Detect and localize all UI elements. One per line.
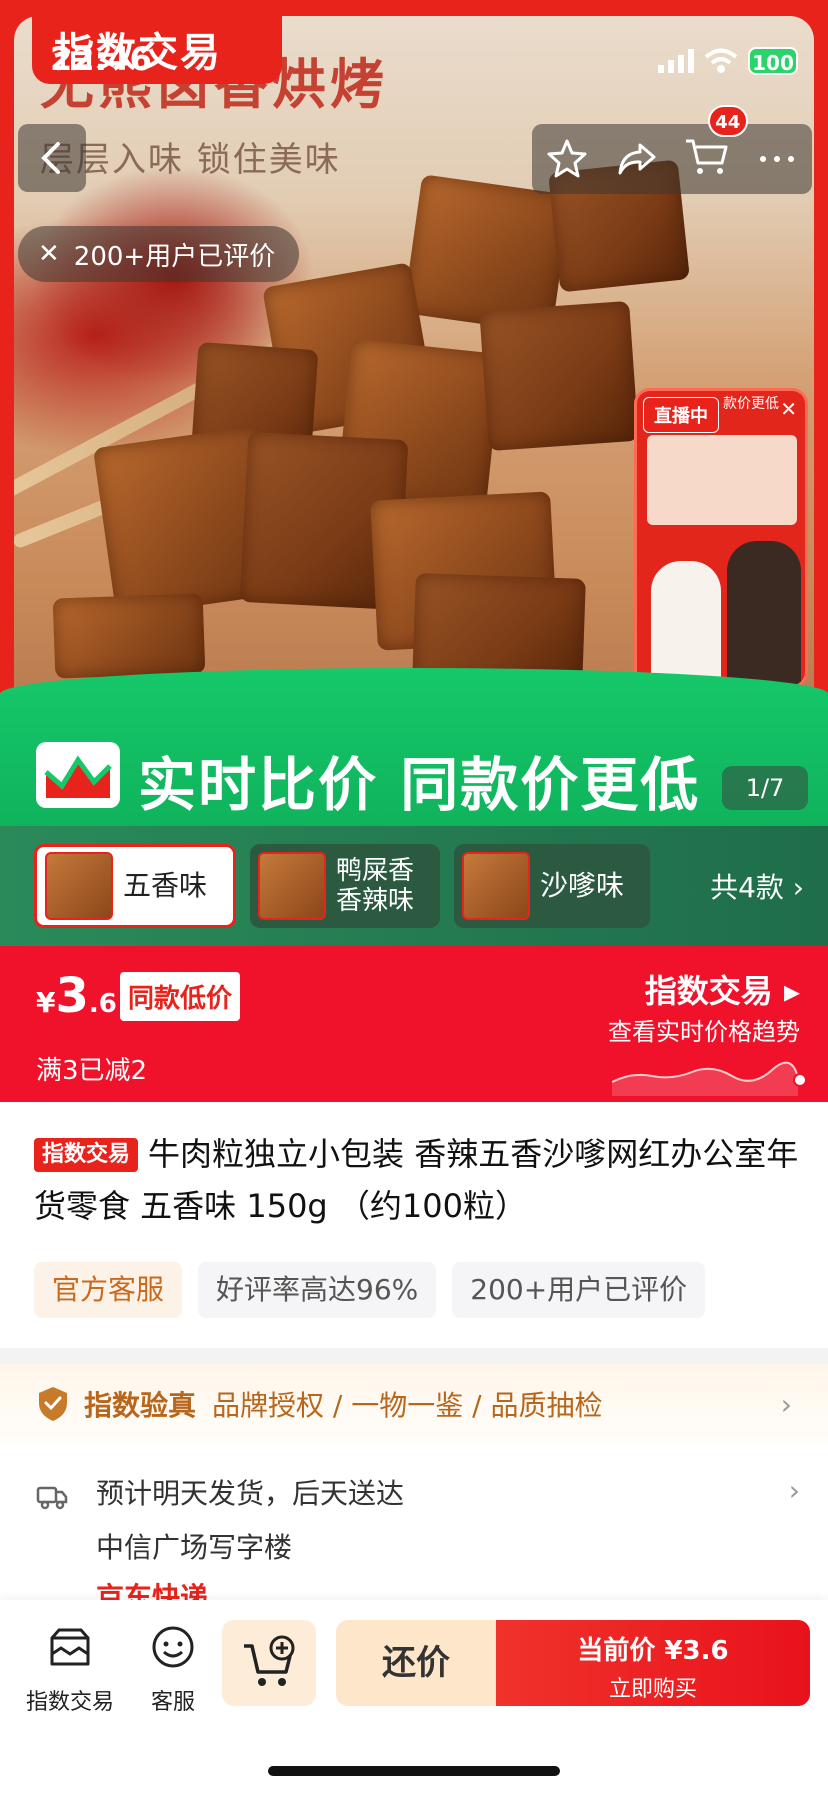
price-trend-link[interactable]: 指数交易 ▸ <box>645 966 800 1012</box>
variant-option[interactable]: 鸭屎香 香辣味 <box>250 844 441 928</box>
host-figure <box>727 541 801 685</box>
cart-icon <box>685 139 728 174</box>
product-page: 无熊卤香烘烤 层层入味 锁住美味 指数交易 22:46 100 44 ✕ 200… <box>0 0 828 1793</box>
wifi-icon <box>704 48 738 73</box>
status-time: 22:46 <box>50 40 152 78</box>
product-image-carousel[interactable]: 无熊卤香烘烤 层层入味 锁住美味 指数交易 22:46 100 44 ✕ 200… <box>0 0 828 826</box>
variant-thumbnail <box>462 852 531 920</box>
battery-indicator: 100 <box>748 47 798 75</box>
variant-option[interactable]: 五香味 <box>34 844 237 928</box>
host-figure <box>651 561 721 685</box>
price-trend-title: 指数交易 <box>644 972 773 1010</box>
chevron-right-icon: › <box>788 1474 800 1507</box>
official-service-chip[interactable]: 官方客服 <box>34 1262 183 1318</box>
review-count-text: 200+用户已评价 <box>73 241 276 272</box>
close-icon[interactable]: ✕ <box>780 397 797 421</box>
status-indicators: 100 <box>658 46 798 76</box>
live-tag: 直播中 <box>643 397 719 433</box>
beef-cube <box>52 593 206 679</box>
live-product-board <box>647 435 797 525</box>
service-chips: 官方客服 好评率高达96% 200+用户已评价 <box>34 1262 706 1318</box>
buy-now-button[interactable]: 当前价 ¥3.6 立即购买 <box>496 1620 810 1706</box>
brand-tag: 指数交易 <box>34 1138 139 1172</box>
authenticity-verify-row[interactable]: 指数验真 品牌授权 / 一物一鉴 / 品质抽检 › <box>0 1364 828 1444</box>
price-compare-banner: 实时比价 同款价更低 <box>0 668 828 826</box>
share-icon[interactable] <box>614 137 658 181</box>
live-header-text: 款价更低 <box>723 396 779 412</box>
rating-chip[interactable]: 好评率高达96% <box>198 1262 437 1318</box>
product-title: 指数交易 牛肉粒独立小包装 香辣五香沙嗲网红办公室年货零食 五香味 150g （约… <box>34 1128 804 1232</box>
variant-thumbnail <box>45 852 113 920</box>
delivery-estimate: 预计明天发货，后天送达 <box>96 1477 405 1510</box>
top-toolbar: 44 <box>532 105 812 194</box>
price-trend-sparkline <box>612 1061 807 1096</box>
live-stream-window[interactable]: 款价更低 直播中 ✕ <box>634 388 808 688</box>
price-decimal: .6 <box>88 989 117 1019</box>
delivery-address: 中信广场写字楼 <box>96 1531 293 1564</box>
variant-label: 五香味 <box>123 869 208 902</box>
carrier-name: 京东快递 <box>96 1581 209 1600</box>
shield-check-icon <box>39 1387 67 1421</box>
more-variants-label: 共4款 <box>710 871 784 904</box>
variant-label: 沙嗲味 <box>540 869 625 902</box>
cart-add-icon <box>244 1635 295 1686</box>
price-integer: 3 <box>55 968 89 1024</box>
buy-now-label: 立即购买 <box>608 1677 697 1702</box>
banner-text: 实时比价 同款价更低 <box>138 751 701 819</box>
cart-button[interactable]: 44 <box>684 105 748 183</box>
page-indicator: 1/7 <box>722 766 808 810</box>
back-button[interactable] <box>18 124 86 192</box>
add-to-cart-button[interactable] <box>222 1620 316 1706</box>
buy-price-label: 当前价 ¥3.6 <box>577 1636 729 1666</box>
chevron-left-icon <box>41 142 60 174</box>
variant-selector: 五香味 鸭屎香 香辣味 沙嗲味 共4款 › <box>0 826 828 946</box>
verify-title: 指数验真 <box>84 1389 197 1422</box>
store-nav-label: 指数交易 <box>26 1690 115 1715</box>
store-icon <box>50 1628 90 1666</box>
price-section: ¥3.6 同款低价 满3已减2 指数交易 ▸ 查看实时价格趋势 <box>0 946 828 1102</box>
low-price-tag: 同款低价 <box>120 972 241 1021</box>
review-chip[interactable]: 200+用户已评价 <box>452 1262 706 1318</box>
cart-count-badge: 44 <box>707 105 748 137</box>
section-divider <box>0 1348 828 1364</box>
variant-option[interactable]: 沙嗲味 <box>454 844 651 928</box>
customer-service-label: 客服 <box>150 1690 195 1715</box>
store-nav-button[interactable]: 指数交易 <box>26 1624 114 1716</box>
product-title-text: 牛肉粒独立小包装 香辣五香沙嗲网红办公室年货零食 五香味 150g （约100粒… <box>34 1135 799 1225</box>
bottom-action-bar: 指数交易 客服 还价 当前价 ¥3.6 立即购买 <box>0 1600 828 1793</box>
chevron-right-icon: › <box>780 1387 792 1421</box>
review-count-pill[interactable]: ✕ 200+用户已评价 <box>18 226 300 282</box>
beef-cube <box>479 300 639 452</box>
close-icon[interactable]: ✕ <box>38 239 60 269</box>
discount-text: 满3已减2 <box>36 1056 148 1086</box>
current-price: ¥3.6 <box>36 968 117 1024</box>
haggle-button[interactable]: 还价 <box>336 1620 496 1706</box>
signal-icon <box>658 49 694 73</box>
home-indicator[interactable] <box>268 1766 560 1776</box>
customer-service-button[interactable]: 客服 <box>150 1624 196 1716</box>
more-icon[interactable] <box>755 137 799 181</box>
smile-icon <box>152 1626 194 1668</box>
currency-symbol: ¥ <box>36 986 56 1019</box>
variant-label: 鸭屎香 香辣味 <box>336 856 415 916</box>
verify-items: 品牌授权 / 一物一鉴 / 品质抽检 <box>212 1389 603 1422</box>
more-variants-link[interactable]: 共4款 › <box>710 866 804 906</box>
variant-thumbnail <box>258 852 327 920</box>
chart-logo-icon <box>36 742 120 808</box>
star-icon[interactable] <box>545 137 589 181</box>
truck-icon <box>36 1486 68 1510</box>
